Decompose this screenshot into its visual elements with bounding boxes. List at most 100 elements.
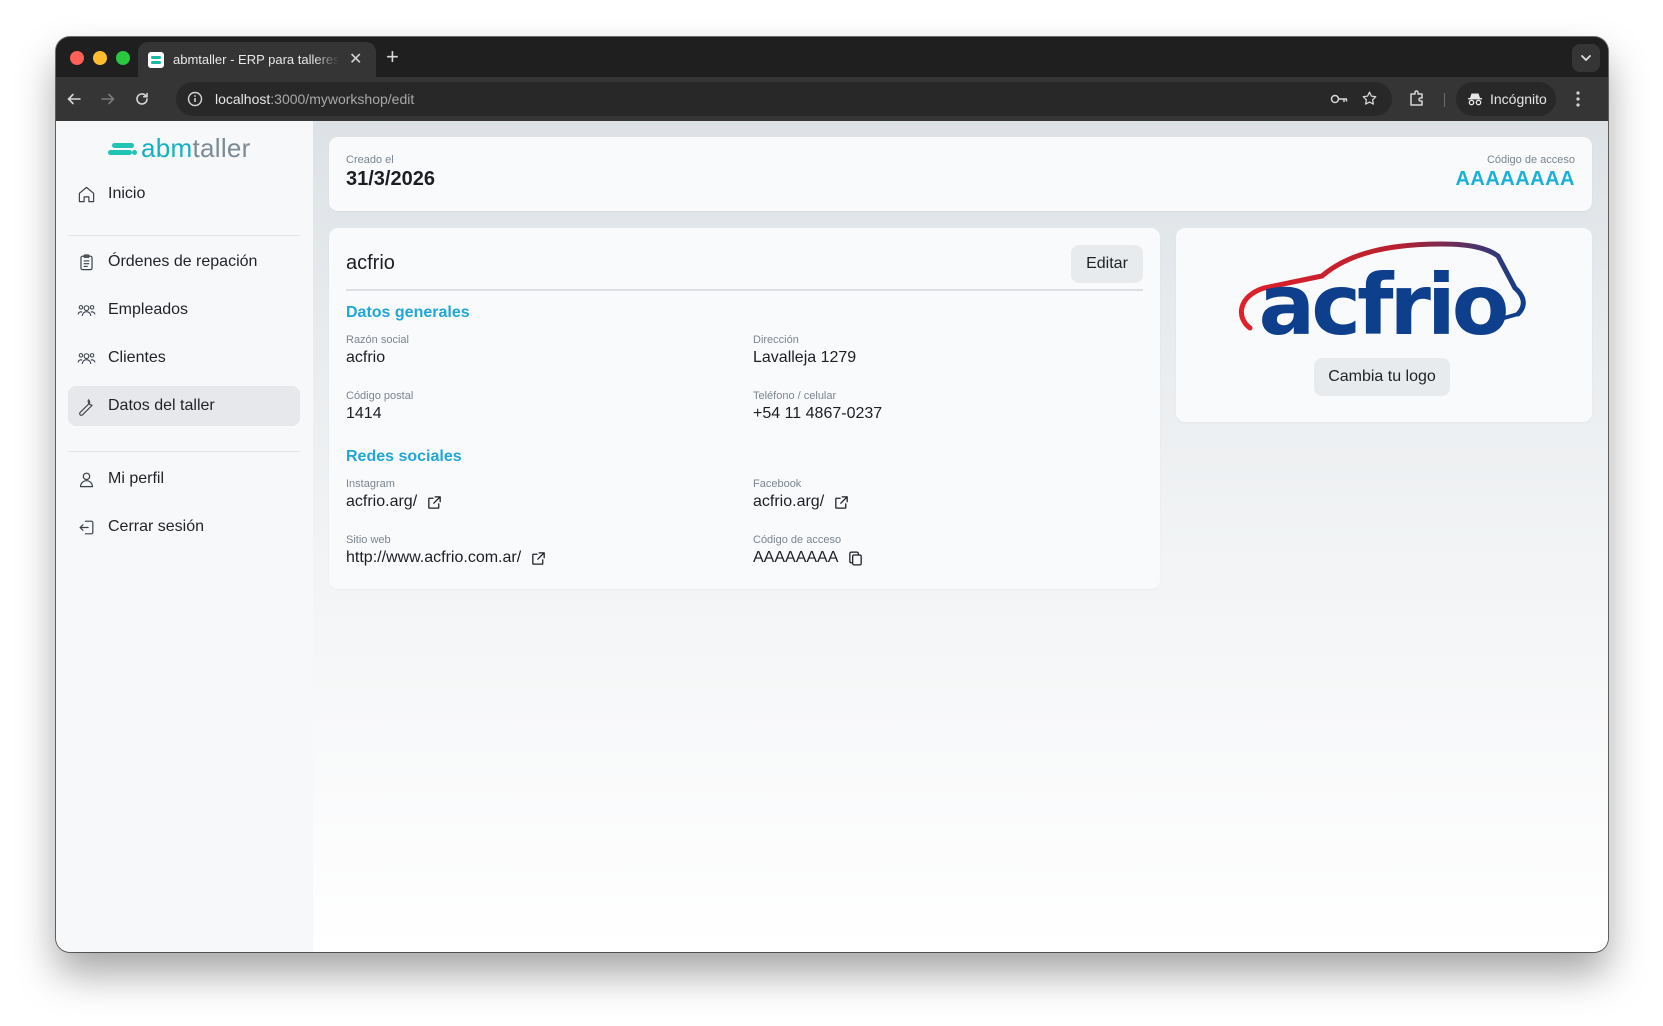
users-icon	[77, 352, 96, 364]
sidebar-item-cerrar-sesion[interactable]: Cerrar sesión	[68, 507, 300, 547]
external-link-icon[interactable]	[530, 550, 547, 567]
acfrio-logo-image: acfrio	[1239, 241, 1526, 348]
sidebar-divider	[68, 451, 300, 452]
site-info-icon[interactable]	[187, 91, 203, 107]
password-key-icon[interactable]	[1330, 91, 1348, 107]
incognito-indicator[interactable]: Incógnito	[1456, 82, 1556, 116]
browser-window: abmtaller - ERP para talleres mecánicos …	[56, 37, 1608, 952]
field-label: Instagram	[346, 478, 395, 490]
field-value: +54 11 4867-0237	[753, 405, 883, 422]
field-value: AAAAAAAA	[753, 549, 839, 566]
field-instagram: Instagram acfrio.arg/	[346, 478, 443, 511]
sidebar-item-ordenes[interactable]: Órdenes de repación	[68, 242, 300, 282]
sidebar-item-label: Órdenes de repación	[108, 253, 258, 270]
back-button[interactable]	[64, 89, 84, 109]
sidebar-divider	[68, 235, 300, 236]
home-icon	[78, 186, 95, 202]
field-value: 1414	[346, 405, 382, 422]
facebook-link[interactable]: acfrio.arg/	[753, 493, 824, 511]
workshop-header-card: Creado el 31/3/2026 Código de acceso AAA…	[329, 137, 1592, 211]
sidebar: abmtaller Inicio Órdenes de repación Emp…	[56, 121, 313, 952]
instagram-link[interactable]: acfrio.arg/	[346, 493, 417, 511]
field-razon-social: Razón social acfrio	[346, 334, 409, 367]
abmtaller-logo-mark	[108, 138, 137, 160]
field-value: Lavalleja 1279	[753, 349, 857, 366]
url-host: localhost	[215, 91, 271, 107]
abmtaller-logo-text: abmtaller	[141, 133, 251, 163]
field-value: acfrio	[346, 349, 386, 366]
edit-button[interactable]: Editar	[1071, 245, 1143, 283]
bookmark-star-icon[interactable]	[1361, 90, 1378, 107]
field-codigo-acceso: Código de acceso AAAAAAAA	[753, 534, 864, 567]
main-content: Creado el 31/3/2026 Código de acceso AAA…	[313, 121, 1608, 952]
browser-tab[interactable]: abmtaller - ERP para talleres mecánicos …	[138, 42, 376, 77]
incognito-label: Incógnito	[1490, 91, 1547, 107]
created-date: 31/3/2026	[346, 168, 435, 190]
browser-menu-icon[interactable]	[1575, 90, 1581, 108]
sidebar-item-label: Cerrar sesión	[108, 518, 205, 535]
extensions-puzzle-icon[interactable]	[1408, 89, 1426, 107]
created-label: Creado el	[346, 154, 394, 166]
tab-title: abmtaller - ERP para talleres mecánicos	[173, 52, 339, 67]
minimize-window-button[interactable]	[93, 51, 107, 65]
favicon-icon	[148, 51, 164, 68]
copy-icon[interactable]	[847, 550, 864, 567]
logout-icon	[79, 520, 94, 534]
general-data-title: Datos generales	[346, 304, 470, 321]
forward-button[interactable]	[98, 89, 118, 109]
page-content: abmtaller Inicio Órdenes de repación Emp…	[56, 121, 1608, 952]
address-bar[interactable]: localhost:3000/myworkshop/edit	[176, 82, 1392, 116]
tab-close-icon[interactable]: ✕	[349, 51, 362, 68]
access-code-label: Código de acceso	[1486, 154, 1575, 166]
browser-toolbar: localhost:3000/myworkshop/edit Incógnito	[56, 77, 1608, 121]
sidebar-item-label: Datos del taller	[108, 397, 215, 414]
social-title: Redes sociales	[346, 448, 462, 465]
tab-search-button[interactable]	[1572, 44, 1600, 72]
new-tab-button[interactable]: +	[386, 46, 399, 68]
user-icon	[79, 472, 94, 487]
sidebar-item-clientes[interactable]: Clientes	[68, 338, 300, 378]
reload-button[interactable]	[132, 89, 152, 109]
sidebar-item-inicio[interactable]: Inicio	[68, 174, 300, 214]
field-label: Sitio web	[346, 534, 391, 546]
field-label: Código de acceso	[753, 534, 842, 546]
field-label: Teléfono / celular	[753, 390, 837, 402]
toolbar-separator	[1444, 93, 1445, 107]
url-text[interactable]: localhost:3000/myworkshop/edit	[215, 91, 414, 107]
field-label: Código postal	[346, 390, 414, 402]
workshop-details-card: acfrio Editar Datos generales Razón soci…	[329, 228, 1160, 589]
incognito-icon	[1468, 93, 1482, 106]
sidebar-item-mi-perfil[interactable]: Mi perfil	[68, 459, 300, 499]
arrow-right-icon	[101, 93, 115, 105]
sidebar-item-empleados[interactable]: Empleados	[68, 290, 300, 330]
chevron-down-icon	[1581, 55, 1591, 62]
wrench-icon	[79, 398, 93, 416]
field-label: Facebook	[753, 478, 802, 490]
logo-card: acfrio Cambia tu logo	[1176, 228, 1592, 422]
field-label: Razón social	[346, 334, 409, 346]
field-codigo-postal: Código postal 1414	[346, 390, 413, 423]
arrow-left-icon	[67, 93, 81, 105]
sidebar-item-label: Inicio	[108, 185, 146, 202]
sidebar-item-datos-del-taller[interactable]: Datos del taller	[68, 386, 300, 426]
external-link-icon[interactable]	[426, 494, 443, 511]
maximize-window-button[interactable]	[116, 51, 130, 65]
website-link[interactable]: http://www.acfrio.com.ar/	[346, 549, 521, 567]
abmtaller-logo[interactable]: abmtaller	[108, 133, 251, 164]
sidebar-item-label: Clientes	[108, 349, 166, 366]
close-window-button[interactable]	[70, 51, 84, 65]
field-facebook: Facebook acfrio.arg/	[753, 478, 850, 511]
url-path: :3000/myworkshop/edit	[270, 91, 415, 107]
external-link-icon[interactable]	[833, 494, 850, 511]
reload-icon	[136, 92, 148, 105]
change-logo-button[interactable]: Cambia tu logo	[1314, 358, 1450, 396]
details-divider	[346, 289, 1143, 291]
field-direccion: Dirección Lavalleja 1279	[753, 334, 856, 367]
field-sitio-web: Sitio web http://www.acfrio.com.ar/	[346, 534, 547, 567]
clipboard-icon	[80, 253, 93, 270]
field-label: Dirección	[753, 334, 799, 346]
workshop-name: acfrio	[346, 252, 395, 274]
access-code-value: AAAAAAAA	[1455, 168, 1575, 190]
field-telefono: Teléfono / celular +54 11 4867-0237	[753, 390, 882, 423]
users-icon	[77, 304, 96, 316]
